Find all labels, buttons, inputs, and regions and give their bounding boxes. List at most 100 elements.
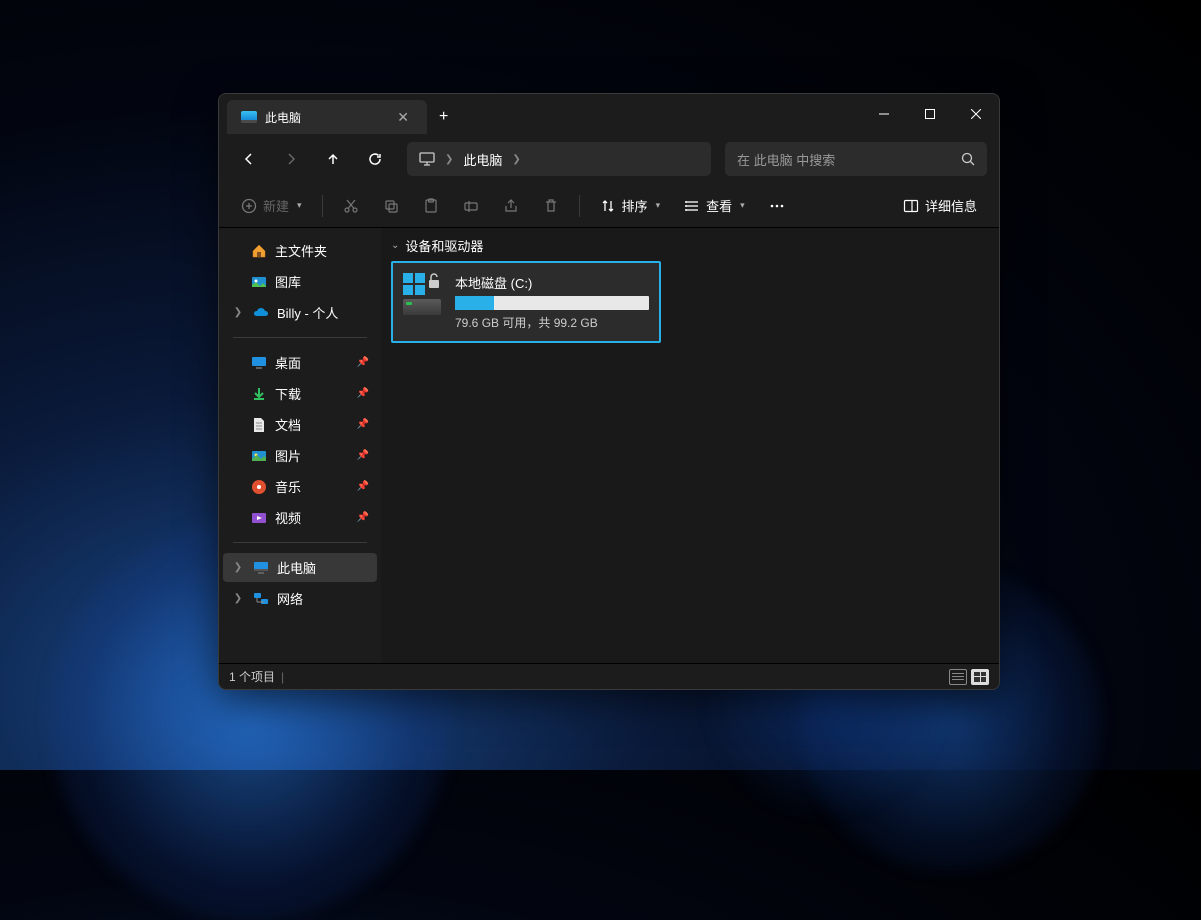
body: 主文件夹 图库 ❯ Billy - 个人 桌面 📌 下载 📌 bbox=[219, 228, 999, 663]
drive-usage-fill bbox=[455, 296, 494, 310]
sidebar-item-home[interactable]: 主文件夹 bbox=[223, 236, 377, 265]
toolbar: 新建 ▾ 排序 ▾ 查看 ▾ 详细信息 bbox=[219, 184, 999, 228]
delete-button[interactable] bbox=[533, 192, 569, 220]
chevron-down-icon: ⌄ bbox=[391, 240, 399, 251]
sidebar-item-videos[interactable]: 视频 📌 bbox=[223, 503, 377, 532]
copy-button[interactable] bbox=[373, 192, 409, 220]
divider bbox=[233, 337, 367, 338]
sidebar-item-downloads[interactable]: 下载 📌 bbox=[223, 379, 377, 408]
navbar: ❯ 此电脑 ❯ 在 此电脑 中搜索 bbox=[219, 134, 999, 184]
rename-button[interactable] bbox=[453, 192, 489, 220]
chevron-right-icon: ❯ bbox=[512, 154, 520, 165]
pin-icon[interactable]: 📌 bbox=[357, 388, 369, 399]
chevron-down-icon: ▾ bbox=[656, 200, 661, 211]
details-pane-button[interactable]: 详细信息 bbox=[893, 190, 987, 221]
trash-icon bbox=[543, 198, 559, 214]
chevron-right-icon: ❯ bbox=[445, 154, 453, 165]
pin-icon[interactable]: 📌 bbox=[357, 512, 369, 523]
address-bar[interactable]: ❯ 此电脑 ❯ bbox=[407, 142, 711, 176]
back-button[interactable] bbox=[231, 142, 267, 176]
home-icon bbox=[251, 243, 267, 259]
view-tiles-button[interactable] bbox=[971, 669, 989, 685]
chevron-down-icon: ▾ bbox=[740, 200, 745, 211]
window-controls bbox=[861, 94, 999, 134]
sidebar-item-documents[interactable]: 文档 📌 bbox=[223, 410, 377, 439]
drive-name: 本地磁盘 (C:) bbox=[455, 273, 649, 292]
sidebar-item-thispc[interactable]: ❯ 此电脑 bbox=[223, 553, 377, 582]
ellipsis-icon bbox=[769, 198, 785, 214]
chevron-down-icon: ▾ bbox=[297, 200, 302, 211]
copy-icon bbox=[383, 198, 399, 214]
pin-icon[interactable]: 📌 bbox=[357, 419, 369, 430]
view-list-button[interactable] bbox=[949, 669, 967, 685]
content-pane[interactable]: ⌄ 设备和驱动器 本地磁盘 (C:) 79.6 GB 可用，共 99.2 GB bbox=[381, 228, 999, 663]
search-input[interactable]: 在 此电脑 中搜索 bbox=[725, 142, 987, 176]
divider bbox=[233, 542, 367, 543]
sidebar-item-desktop[interactable]: 桌面 📌 bbox=[223, 348, 377, 377]
sidebar-item-network[interactable]: ❯ 网络 bbox=[223, 584, 377, 613]
sort-button[interactable]: 排序 ▾ bbox=[590, 190, 671, 221]
status-text: 1 个项目 bbox=[229, 668, 275, 685]
sidebar-label: 网络 bbox=[277, 589, 303, 608]
search-icon bbox=[961, 152, 975, 166]
sidebar-item-music[interactable]: 音乐 📌 bbox=[223, 472, 377, 501]
minimize-button[interactable] bbox=[861, 94, 907, 134]
share-icon bbox=[503, 198, 519, 214]
view-icon bbox=[684, 198, 700, 214]
chevron-right-icon[interactable]: ❯ bbox=[231, 593, 245, 604]
new-tab-button[interactable]: + bbox=[427, 100, 460, 134]
pin-icon[interactable]: 📌 bbox=[357, 357, 369, 368]
videos-icon bbox=[251, 510, 267, 526]
search-placeholder: 在 此电脑 中搜索 bbox=[737, 150, 835, 169]
share-button[interactable] bbox=[493, 192, 529, 220]
paste-button[interactable] bbox=[413, 192, 449, 220]
titlebar: 此电脑 ✕ + bbox=[219, 94, 999, 134]
separator bbox=[579, 195, 580, 217]
plus-circle-icon bbox=[241, 198, 257, 214]
drive-subtext: 79.6 GB 可用，共 99.2 GB bbox=[455, 314, 649, 331]
sidebar-label: 此电脑 bbox=[277, 558, 316, 577]
refresh-button[interactable] bbox=[357, 142, 393, 176]
forward-button[interactable] bbox=[273, 142, 309, 176]
maximize-button[interactable] bbox=[907, 94, 953, 134]
sidebar-label: 图库 bbox=[275, 272, 301, 291]
pin-icon[interactable]: 📌 bbox=[357, 450, 369, 461]
pin-icon[interactable]: 📌 bbox=[357, 481, 369, 492]
sidebar-label: 主文件夹 bbox=[275, 241, 327, 260]
address-segment[interactable]: 此电脑 bbox=[463, 150, 502, 169]
sidebar: 主文件夹 图库 ❯ Billy - 个人 桌面 📌 下载 📌 bbox=[219, 228, 381, 663]
details-pane-icon bbox=[903, 198, 919, 214]
close-button[interactable] bbox=[953, 94, 999, 134]
view-button[interactable]: 查看 ▾ bbox=[674, 190, 755, 221]
chevron-right-icon[interactable]: ❯ bbox=[231, 562, 245, 573]
cut-button[interactable] bbox=[333, 192, 369, 220]
drive-icon bbox=[403, 273, 445, 315]
sort-icon bbox=[600, 198, 616, 214]
group-header-devices[interactable]: ⌄ 设备和驱动器 bbox=[391, 232, 989, 259]
monitor-icon bbox=[419, 152, 435, 166]
paste-icon bbox=[423, 198, 439, 214]
cut-icon bbox=[343, 198, 359, 214]
sidebar-item-onedrive[interactable]: ❯ Billy - 个人 bbox=[223, 298, 377, 327]
sidebar-item-pictures[interactable]: 图片 📌 bbox=[223, 441, 377, 470]
tab-this-pc[interactable]: 此电脑 ✕ bbox=[227, 100, 427, 134]
drive-usage-bar bbox=[455, 296, 649, 310]
divider: | bbox=[281, 670, 284, 684]
drive-c-tile[interactable]: 本地磁盘 (C:) 79.6 GB 可用，共 99.2 GB bbox=[391, 261, 661, 343]
network-icon bbox=[253, 591, 269, 607]
file-explorer-window: 此电脑 ✕ + bbox=[218, 93, 1000, 690]
more-button[interactable] bbox=[759, 192, 795, 220]
sidebar-item-gallery[interactable]: 图库 bbox=[223, 267, 377, 296]
new-button[interactable]: 新建 ▾ bbox=[231, 190, 312, 221]
sidebar-label: 桌面 bbox=[275, 353, 301, 372]
up-button[interactable] bbox=[315, 142, 351, 176]
documents-icon bbox=[251, 417, 267, 433]
chevron-right-icon[interactable]: ❯ bbox=[231, 307, 245, 318]
downloads-icon bbox=[251, 386, 267, 402]
tab-close-button[interactable]: ✕ bbox=[393, 109, 413, 126]
onedrive-icon bbox=[253, 305, 269, 321]
this-pc-icon bbox=[253, 560, 269, 576]
desktop-icon bbox=[251, 355, 267, 371]
sidebar-label: 下载 bbox=[275, 384, 301, 403]
music-icon bbox=[251, 479, 267, 495]
